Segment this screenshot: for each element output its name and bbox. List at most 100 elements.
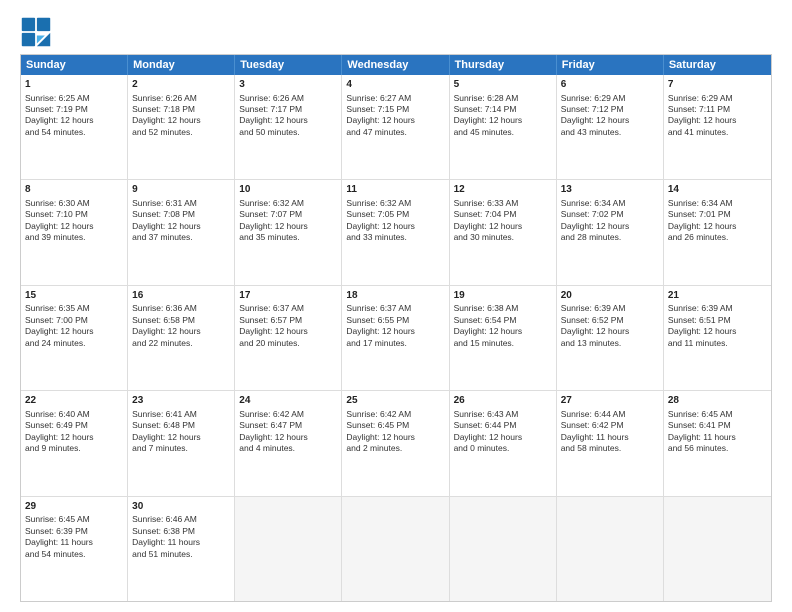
day-info-line: Daylight: 12 hours [132,326,230,337]
day-info-line: Sunset: 7:12 PM [561,104,659,115]
day-number: 23 [132,394,230,408]
calendar-cell: 21Sunrise: 6:39 AMSunset: 6:51 PMDayligh… [664,286,771,390]
day-info-line: Daylight: 12 hours [346,432,444,443]
calendar-cell: 8Sunrise: 6:30 AMSunset: 7:10 PMDaylight… [21,180,128,284]
day-info-line: and 33 minutes. [346,232,444,243]
day-info-line: Daylight: 12 hours [239,432,337,443]
day-info-line: Sunset: 6:44 PM [454,420,552,431]
day-info-line: and 28 minutes. [561,232,659,243]
calendar-cell: 16Sunrise: 6:36 AMSunset: 6:58 PMDayligh… [128,286,235,390]
day-info-line: Daylight: 12 hours [239,115,337,126]
day-number: 8 [25,183,123,197]
day-info-line: and 4 minutes. [239,443,337,454]
calendar-cell: 5Sunrise: 6:28 AMSunset: 7:14 PMDaylight… [450,75,557,179]
calendar-cell: 17Sunrise: 6:37 AMSunset: 6:57 PMDayligh… [235,286,342,390]
day-header-thursday: Thursday [450,55,557,75]
day-info-line: Sunset: 7:14 PM [454,104,552,115]
calendar-cell: 3Sunrise: 6:26 AMSunset: 7:17 PMDaylight… [235,75,342,179]
day-info-line: and 50 minutes. [239,127,337,138]
day-info-line: Daylight: 12 hours [25,326,123,337]
day-info-line: Sunset: 6:45 PM [346,420,444,431]
day-info-line: Sunset: 7:04 PM [454,209,552,220]
day-info-line: Sunrise: 6:25 AM [25,93,123,104]
day-info-line: Daylight: 11 hours [25,537,123,548]
day-info-line: Daylight: 12 hours [132,432,230,443]
calendar-week-2: 8Sunrise: 6:30 AMSunset: 7:10 PMDaylight… [21,180,771,285]
calendar-cell: 15Sunrise: 6:35 AMSunset: 7:00 PMDayligh… [21,286,128,390]
calendar-week-5: 29Sunrise: 6:45 AMSunset: 6:39 PMDayligh… [21,497,771,601]
day-info-line: Daylight: 12 hours [25,115,123,126]
calendar-cell: 22Sunrise: 6:40 AMSunset: 6:49 PMDayligh… [21,391,128,495]
calendar-week-4: 22Sunrise: 6:40 AMSunset: 6:49 PMDayligh… [21,391,771,496]
day-info-line: and 58 minutes. [561,443,659,454]
day-info-line: and 26 minutes. [668,232,767,243]
day-info-line: Sunrise: 6:30 AM [25,198,123,209]
calendar-cell: 20Sunrise: 6:39 AMSunset: 6:52 PMDayligh… [557,286,664,390]
calendar-cell: 10Sunrise: 6:32 AMSunset: 7:07 PMDayligh… [235,180,342,284]
day-number: 26 [454,394,552,408]
calendar-cell: 24Sunrise: 6:42 AMSunset: 6:47 PMDayligh… [235,391,342,495]
day-number: 16 [132,289,230,303]
day-info-line: and 13 minutes. [561,338,659,349]
day-info-line: and 15 minutes. [454,338,552,349]
calendar-cell: 7Sunrise: 6:29 AMSunset: 7:11 PMDaylight… [664,75,771,179]
day-header-saturday: Saturday [664,55,771,75]
day-info-line: Daylight: 11 hours [132,537,230,548]
day-header-friday: Friday [557,55,664,75]
day-number: 13 [561,183,659,197]
day-info-line: Sunrise: 6:40 AM [25,409,123,420]
day-info-line: Sunset: 6:48 PM [132,420,230,431]
day-info-line: Daylight: 12 hours [346,221,444,232]
day-info-line: and 56 minutes. [668,443,767,454]
day-number: 28 [668,394,767,408]
day-info-line: and 11 minutes. [668,338,767,349]
day-info-line: Sunset: 7:07 PM [239,209,337,220]
page: SundayMondayTuesdayWednesdayThursdayFrid… [0,0,792,612]
day-info-line: Sunrise: 6:44 AM [561,409,659,420]
day-info-line: Sunrise: 6:42 AM [239,409,337,420]
day-info-line: and 9 minutes. [25,443,123,454]
day-number: 4 [346,78,444,92]
day-info-line: Sunset: 6:38 PM [132,526,230,537]
day-info-line: Daylight: 12 hours [561,115,659,126]
calendar-cell: 4Sunrise: 6:27 AMSunset: 7:15 PMDaylight… [342,75,449,179]
day-info-line: Daylight: 12 hours [25,432,123,443]
calendar-cell: 26Sunrise: 6:43 AMSunset: 6:44 PMDayligh… [450,391,557,495]
calendar-cell [342,497,449,601]
calendar: SundayMondayTuesdayWednesdayThursdayFrid… [20,54,772,602]
day-number: 9 [132,183,230,197]
day-info-line: Sunrise: 6:45 AM [668,409,767,420]
day-info-line: Sunset: 6:57 PM [239,315,337,326]
day-info-line: Daylight: 11 hours [561,432,659,443]
day-info-line: Sunrise: 6:39 AM [668,303,767,314]
day-number: 22 [25,394,123,408]
day-info-line: and 7 minutes. [132,443,230,454]
calendar-cell: 23Sunrise: 6:41 AMSunset: 6:48 PMDayligh… [128,391,235,495]
day-info-line: Sunrise: 6:35 AM [25,303,123,314]
calendar-cell [450,497,557,601]
calendar-cell: 11Sunrise: 6:32 AMSunset: 7:05 PMDayligh… [342,180,449,284]
day-number: 11 [346,183,444,197]
day-number: 12 [454,183,552,197]
day-info-line: and 17 minutes. [346,338,444,349]
day-info-line: Sunrise: 6:34 AM [668,198,767,209]
day-number: 30 [132,500,230,514]
day-info-line: Daylight: 12 hours [454,326,552,337]
day-info-line: Sunrise: 6:29 AM [668,93,767,104]
day-number: 5 [454,78,552,92]
day-info-line: Daylight: 12 hours [668,326,767,337]
day-info-line: Sunrise: 6:39 AM [561,303,659,314]
day-info-line: Sunset: 6:49 PM [25,420,123,431]
day-info-line: Sunset: 6:42 PM [561,420,659,431]
day-info-line: Sunrise: 6:32 AM [239,198,337,209]
day-info-line: Sunrise: 6:45 AM [25,514,123,525]
day-info-line: Sunset: 6:39 PM [25,526,123,537]
calendar-cell [557,497,664,601]
calendar-cell: 27Sunrise: 6:44 AMSunset: 6:42 PMDayligh… [557,391,664,495]
calendar-cell: 25Sunrise: 6:42 AMSunset: 6:45 PMDayligh… [342,391,449,495]
day-info-line: Sunset: 7:15 PM [346,104,444,115]
day-info-line: Sunrise: 6:34 AM [561,198,659,209]
day-info-line: Sunrise: 6:43 AM [454,409,552,420]
calendar-cell: 29Sunrise: 6:45 AMSunset: 6:39 PMDayligh… [21,497,128,601]
day-info-line: and 0 minutes. [454,443,552,454]
